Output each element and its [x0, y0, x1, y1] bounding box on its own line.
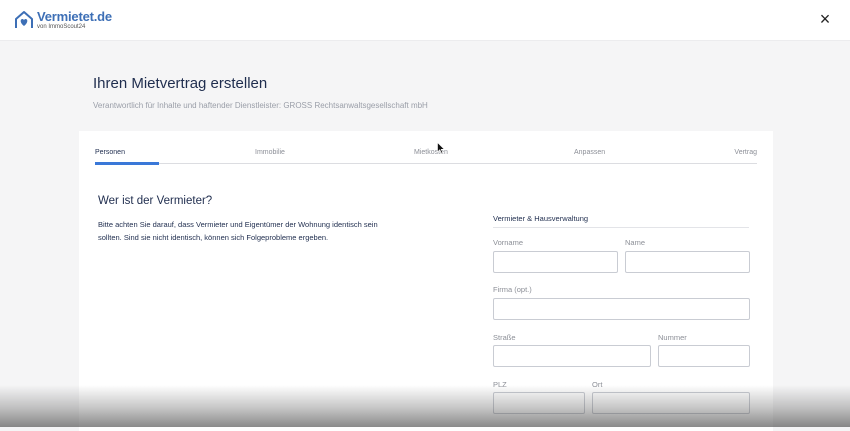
step-personen[interactable]: Personen: [95, 149, 125, 156]
progress-steps: Personen Immobilie Mietkosten Anpassen V…: [95, 149, 757, 165]
strasse-field[interactable]: [493, 345, 651, 367]
step-immobilie[interactable]: Immobilie: [255, 149, 285, 156]
vorname-field[interactable]: [493, 251, 618, 273]
nummer-field[interactable]: [658, 345, 750, 367]
plz-field[interactable]: [493, 392, 585, 414]
name-field[interactable]: [625, 251, 750, 273]
house-heart-icon: [15, 11, 33, 28]
vorname-label: Vorname: [493, 238, 524, 247]
steps-progress-bar: [95, 162, 159, 165]
ort-label: Ort: [592, 380, 603, 389]
firma-label: Firma (opt.): [493, 285, 532, 294]
steps-track: [95, 163, 757, 164]
name-label: Name: [625, 238, 646, 247]
group-title: Vermieter & Hausverwaltung: [493, 214, 749, 228]
nummer-label: Nummer: [658, 333, 687, 342]
step-anpassen[interactable]: Anpassen: [574, 149, 605, 156]
ort-field[interactable]: [592, 392, 750, 414]
info-text: Bitte achten Sie darauf, dass Vermieter …: [98, 220, 378, 242]
logo[interactable]: Vermietet.de von ImmoScout24: [14, 10, 112, 30]
section-title: Wer ist der Vermieter?: [98, 195, 213, 207]
top-bar: Vermietet.de von ImmoScout24 ×: [0, 0, 850, 41]
firma-field[interactable]: [493, 298, 750, 320]
close-icon[interactable]: ×: [817, 10, 833, 28]
page-title: Ihren Mietvertrag erstellen: [93, 75, 268, 92]
step-vertrag[interactable]: Vertrag: [734, 149, 757, 156]
logo-tagline: von ImmoScout24: [37, 24, 86, 30]
mouse-cursor-icon: [437, 142, 445, 154]
strasse-label: Straße: [493, 333, 516, 342]
logo-name: Vermietet.de: [37, 9, 112, 24]
form-card: Personen Immobilie Mietkosten Anpassen V…: [79, 131, 773, 431]
page-subtitle: Verantwortlich für Inhalte und haftender…: [93, 101, 428, 110]
plz-label: PLZ: [493, 380, 507, 389]
